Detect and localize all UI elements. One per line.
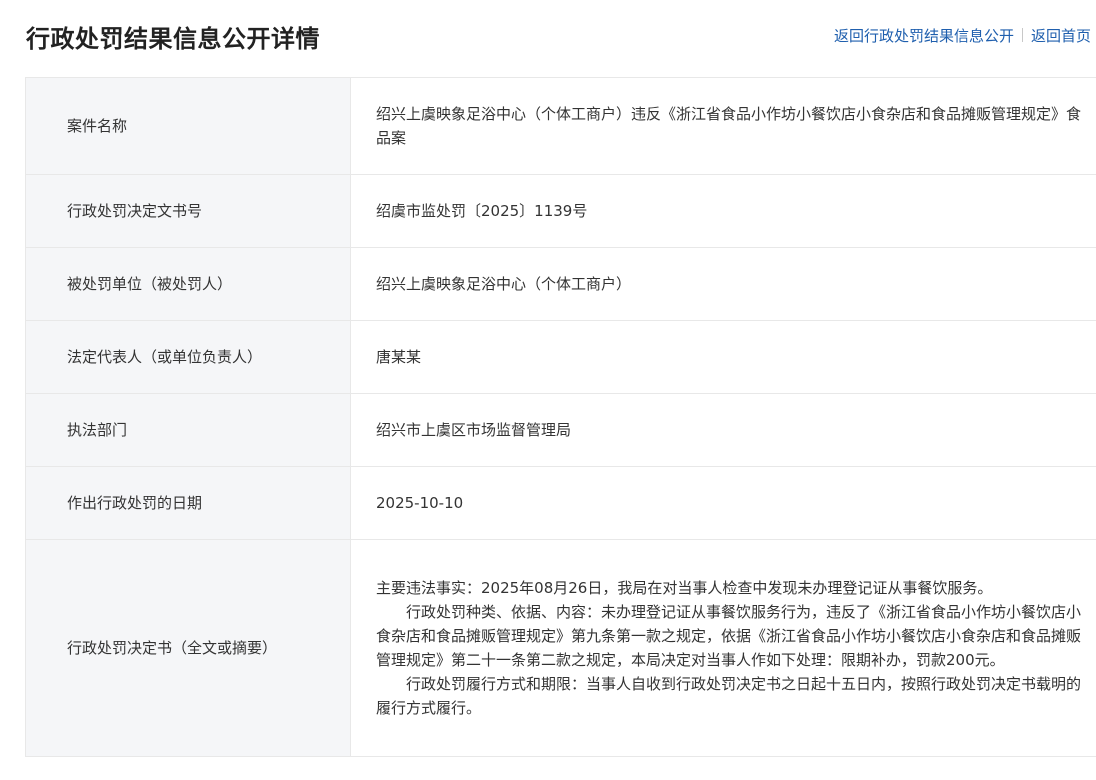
row-value-decision-text: 主要违法事实：2025年08月26日，我局在对当事人检查中发现未办理登记证从事餐… bbox=[350, 539, 1096, 757]
table-row-penalized-party: 被处罚单位（被处罚人） 绍兴上虞映象足浴中心（个体工商户） bbox=[25, 247, 1096, 321]
row-label: 行政处罚决定书（全文或摘要） bbox=[25, 539, 351, 757]
table-row-decision-date: 作出行政处罚的日期 2025-10-10 bbox=[25, 466, 1096, 540]
decision-paragraph-facts: 主要违法事实：2025年08月26日，我局在对当事人检查中发现未办理登记证从事餐… bbox=[376, 579, 993, 597]
header-links: 返回行政处罚结果信息公开 返回首页 bbox=[834, 25, 1091, 46]
table-row-case-name: 案件名称 绍兴上虞映象足浴中心（个体工商户）违反《浙江省食品小作坊小餐饮店小食杂… bbox=[25, 77, 1096, 175]
row-value: 唐某某 bbox=[350, 320, 1096, 394]
decision-paragraph-penalty: 行政处罚种类、依据、内容：未办理登记证从事餐饮服务行为，违反了《浙江省食品小作坊… bbox=[376, 603, 1082, 669]
row-value: 2025-10-10 bbox=[350, 466, 1096, 540]
decision-paragraph-fulfillment: 行政处罚履行方式和期限：当事人自收到行政处罚决定书之日起十五日内，按照行政处罚决… bbox=[376, 675, 1082, 717]
row-label: 被处罚单位（被处罚人） bbox=[25, 247, 351, 321]
back-to-home-link[interactable]: 返回首页 bbox=[1031, 27, 1091, 45]
link-separator bbox=[1022, 28, 1024, 42]
row-label: 法定代表人（或单位负责人） bbox=[25, 320, 351, 394]
back-to-penalty-list-link[interactable]: 返回行政处罚结果信息公开 bbox=[834, 27, 1014, 45]
table-row-legal-representative: 法定代表人（或单位负责人） 唐某某 bbox=[25, 320, 1096, 394]
row-value: 绍兴市上虞区市场监督管理局 bbox=[350, 393, 1096, 467]
row-value: 绍兴上虞映象足浴中心（个体工商户） bbox=[350, 247, 1096, 321]
table-row-enforcement-department: 执法部门 绍兴市上虞区市场监督管理局 bbox=[25, 393, 1096, 467]
page-title: 行政处罚结果信息公开详情 bbox=[26, 25, 320, 53]
row-value: 绍兴上虞映象足浴中心（个体工商户）违反《浙江省食品小作坊小餐饮店小食杂店和食品摊… bbox=[350, 77, 1096, 175]
row-label: 案件名称 bbox=[25, 77, 351, 175]
row-label: 作出行政处罚的日期 bbox=[25, 466, 351, 540]
detail-table: 案件名称 绍兴上虞映象足浴中心（个体工商户）违反《浙江省食品小作坊小餐饮店小食杂… bbox=[25, 77, 1096, 757]
page-header: 行政处罚结果信息公开详情 返回行政处罚结果信息公开 返回首页 bbox=[0, 0, 1096, 76]
table-row-decision-document: 行政处罚决定书（全文或摘要） 主要违法事实：2025年08月26日，我局在对当事… bbox=[25, 539, 1096, 757]
row-label: 执法部门 bbox=[25, 393, 351, 467]
row-label: 行政处罚决定文书号 bbox=[25, 174, 351, 248]
row-value: 绍虞市监处罚〔2025〕1139号 bbox=[350, 174, 1096, 248]
table-row-document-number: 行政处罚决定文书号 绍虞市监处罚〔2025〕1139号 bbox=[25, 174, 1096, 248]
